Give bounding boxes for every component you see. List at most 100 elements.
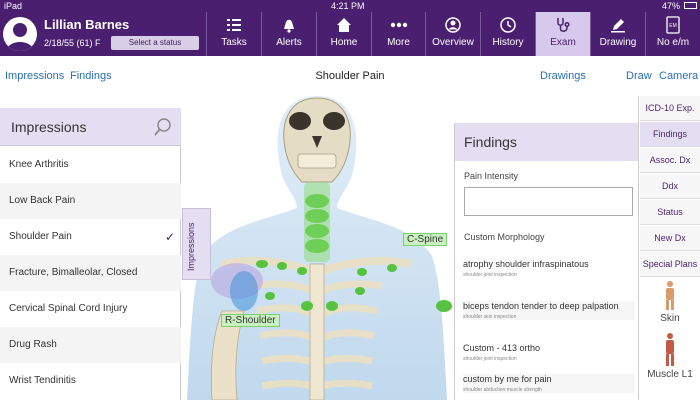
list-item[interactable]: custom by me for pain shoulder abduction… <box>463 374 635 393</box>
impression-label: Knee Arthritis <box>9 159 69 170</box>
pain-intensity-label: Pain Intensity <box>464 171 519 181</box>
nav-alerts-label: Alerts <box>276 37 302 48</box>
home-icon <box>337 18 351 32</box>
checkmark-icon: ✓ <box>164 230 175 244</box>
skeleton-illustration[interactable] <box>182 96 452 400</box>
impression-label: Low Back Pain <box>9 195 76 206</box>
nav-drawing-label: Drawing <box>599 37 637 48</box>
pain-intensity-input[interactable] <box>464 187 633 216</box>
icd10-button[interactable]: ICD-10 Exp. <box>640 96 700 121</box>
list-item[interactable]: biceps tendon tender to deep palpation s… <box>463 301 635 320</box>
draw-link[interactable]: Draw <box>626 70 652 82</box>
impression-label: Wrist Tendinitis <box>9 375 76 386</box>
patient-dob: 2/18/55 (61) F <box>44 38 101 48</box>
special-plans-button[interactable]: Special Plans <box>640 252 700 277</box>
finding-text: Custom - 413 ortho <box>463 343 541 353</box>
finding-subtext: shoulder skin inspection <box>463 314 517 320</box>
list-item[interactable]: Shoulder Pain ✓ <box>0 219 181 255</box>
ios-status-bar: iPad 4:21 PM 47% <box>0 0 700 12</box>
nav-home[interactable]: Home <box>316 12 371 56</box>
skin-figure-icon <box>666 281 674 310</box>
impressions-header: Impressions <box>0 108 181 146</box>
skin-thumbnail[interactable]: Skin <box>642 280 698 324</box>
avatar[interactable] <box>3 17 37 51</box>
nav-tasks[interactable]: Tasks <box>206 12 261 56</box>
findings-panel: Findings Pain Intensity Custom Morpholog… <box>454 123 639 400</box>
drawings-link[interactable]: Drawings <box>540 70 586 82</box>
list-item[interactable]: Wrist Tendinitis <box>0 363 181 399</box>
page-title: Shoulder Pain <box>315 70 385 82</box>
nav-exam[interactable]: Exam <box>535 12 590 56</box>
camera-link[interactable]: Camera <box>659 70 698 82</box>
nav-alerts[interactable]: Alerts <box>261 12 316 56</box>
nav-overview[interactable]: Overview <box>425 12 480 56</box>
custom-morphology-label: Custom Morphology <box>464 232 545 242</box>
device-label: iPad <box>4 1 23 11</box>
impressions-title: Impressions <box>11 119 87 135</box>
impression-label: Drug Rash <box>9 339 57 350</box>
patient-name[interactable]: Lillian Barnes <box>44 17 129 32</box>
ddx-button[interactable]: Ddx <box>640 174 700 199</box>
impressions-tab-label: Impressions <box>186 222 196 271</box>
muscle-thumbnail[interactable]: Muscle L1 <box>642 332 698 380</box>
alerts-icon <box>284 19 294 33</box>
findings-button[interactable]: Findings <box>640 122 700 147</box>
r-shoulder-label[interactable]: R-Shoulder <box>221 314 280 327</box>
impressions-panel: Impressions Knee Arthritis Low Back Pain… <box>0 108 181 400</box>
new-dx-button[interactable]: New Dx <box>640 226 700 251</box>
finding-text: biceps tendon tender to deep palpation <box>463 301 619 311</box>
nav-drawing[interactable]: Drawing <box>590 12 645 56</box>
impression-label: Fracture, Bimalleolar, Closed <box>9 267 138 278</box>
nav-home-label: Home <box>330 37 358 48</box>
nav-exam-label: Exam <box>550 37 576 48</box>
list-item[interactable]: Low Back Pain <box>0 183 181 219</box>
finding-text: atrophy shoulder infraspinatous <box>463 259 589 269</box>
em-icon: EM <box>666 16 680 34</box>
status-button[interactable]: Status <box>640 200 700 225</box>
more-icon <box>390 22 407 28</box>
list-item[interactable]: Drug Rash <box>0 327 181 363</box>
overview-icon <box>445 17 461 33</box>
stethoscope-icon <box>557 18 570 32</box>
nav-overview-label: Overview <box>432 37 474 48</box>
nav-em[interactable]: EM No e/m <box>645 12 700 56</box>
finding-subtext: shoulder abduction muscle strength <box>463 387 542 393</box>
nav-more-label: More <box>387 37 410 48</box>
muscle-thumbnail-label: Muscle L1 <box>647 369 693 380</box>
person-icon <box>7 23 33 51</box>
right-column: ICD-10 Exp. Findings Assoc. Dx Ddx Statu… <box>638 96 700 400</box>
impression-label: Shoulder Pain <box>9 231 72 242</box>
list-item[interactable]: Cervical Spinal Cord Injury <box>0 291 181 327</box>
battery-icon <box>684 2 697 9</box>
impression-label: Cervical Spinal Cord Injury <box>9 303 128 314</box>
findings-title: Findings <box>464 134 517 150</box>
list-item[interactable]: Fracture, Bimalleolar, Closed <box>0 255 181 291</box>
findings-header: Findings <box>455 123 639 161</box>
select-status-button[interactable]: Select a status <box>111 36 199 50</box>
clock: 4:21 PM <box>331 1 365 11</box>
history-icon <box>500 17 516 33</box>
list-item[interactable]: Knee Arthritis <box>0 147 181 183</box>
nav-tasks-label: Tasks <box>221 37 247 48</box>
svg-text:EM: EM <box>669 23 677 29</box>
assoc-dx-button[interactable]: Assoc. Dx <box>640 148 700 173</box>
finding-subtext: shoulder joint inspection <box>463 356 517 362</box>
list-item[interactable]: atrophy shoulder infraspinatous shoulder… <box>463 259 635 278</box>
list-item[interactable]: Custom - 413 ortho shoulder joint inspec… <box>463 343 635 362</box>
nav-history-label: History <box>492 37 524 48</box>
c-spine-label[interactable]: C-Spine <box>403 233 448 246</box>
finding-text: custom by me for pain <box>463 374 552 384</box>
nav-history[interactable]: History <box>480 12 535 56</box>
search-icon[interactable] <box>154 118 172 136</box>
nav-em-label: No e/m <box>656 37 690 48</box>
muscle-figure-icon <box>666 333 674 366</box>
battery-percent: 47% <box>662 1 681 11</box>
impressions-tab[interactable]: Impressions <box>182 208 211 280</box>
skin-thumbnail-label: Skin <box>660 313 680 324</box>
drawing-icon <box>611 19 625 33</box>
finding-subtext: shoulder joint inspection <box>463 272 517 278</box>
tasks-icon <box>227 19 241 31</box>
nav-more[interactable]: More <box>371 12 425 56</box>
sub-toolbar: Impressions Findings Shoulder Pain Drawi… <box>0 56 700 96</box>
top-nav: Lillian Barnes 2/18/55 (61) F Select a s… <box>0 12 700 56</box>
